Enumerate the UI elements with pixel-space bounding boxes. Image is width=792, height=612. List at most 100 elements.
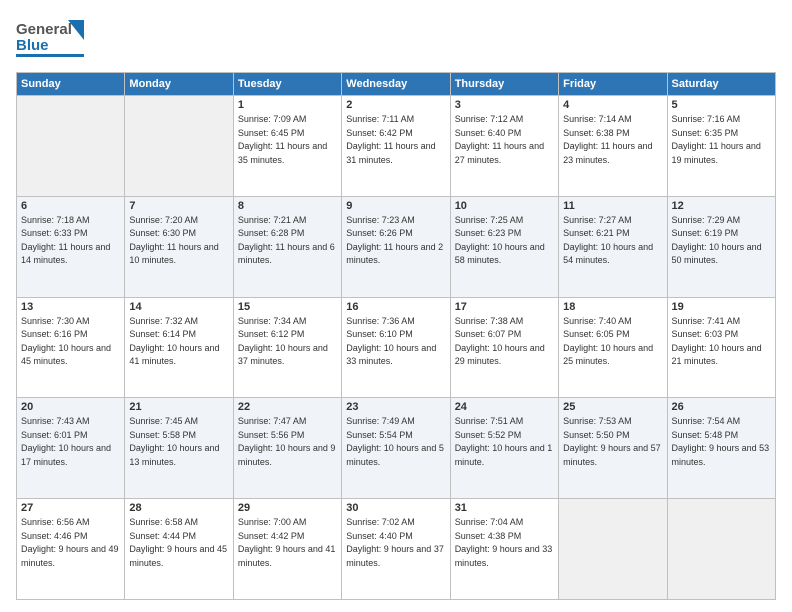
- day-number: 26: [672, 401, 771, 413]
- sunset-text: Sunset: 6:33 PM: [21, 227, 120, 241]
- sunrise-text: Sunrise: 7:45 AM: [129, 415, 228, 429]
- calendar-cell: 20Sunrise: 7:43 AMSunset: 6:01 PMDayligh…: [17, 398, 125, 499]
- day-info: Sunrise: 7:00 AMSunset: 4:42 PMDaylight:…: [238, 516, 337, 570]
- day-info: Sunrise: 7:54 AMSunset: 5:48 PMDaylight:…: [672, 415, 771, 469]
- day-number: 28: [129, 502, 228, 514]
- day-number: 17: [455, 301, 554, 313]
- sunset-text: Sunset: 4:46 PM: [21, 530, 120, 544]
- sunset-text: Sunset: 6:01 PM: [21, 429, 120, 443]
- daylight-text: Daylight: 11 hours and 35 minutes.: [238, 140, 337, 167]
- calendar-cell: 22Sunrise: 7:47 AMSunset: 5:56 PMDayligh…: [233, 398, 341, 499]
- day-info: Sunrise: 7:36 AMSunset: 6:10 PMDaylight:…: [346, 315, 445, 369]
- day-info: Sunrise: 7:27 AMSunset: 6:21 PMDaylight:…: [563, 214, 662, 268]
- daylight-text: Daylight: 10 hours and 25 minutes.: [563, 342, 662, 369]
- day-info: Sunrise: 7:49 AMSunset: 5:54 PMDaylight:…: [346, 415, 445, 469]
- sunset-text: Sunset: 5:52 PM: [455, 429, 554, 443]
- day-number: 8: [238, 200, 337, 212]
- daylight-text: Daylight: 11 hours and 2 minutes.: [346, 241, 445, 268]
- sunrise-text: Sunrise: 7:00 AM: [238, 516, 337, 530]
- day-info: Sunrise: 7:29 AMSunset: 6:19 PMDaylight:…: [672, 214, 771, 268]
- day-number: 5: [672, 99, 771, 111]
- calendar-cell: 29 Sunrise: 7:00 AMSunset: 4:42 PMDayligh…: [233, 499, 341, 600]
- sunset-text: Sunset: 5:48 PM: [672, 429, 771, 443]
- day-number: 3: [455, 99, 554, 111]
- weekday-header: Saturday: [667, 73, 775, 96]
- logo: General Blue: [16, 12, 96, 64]
- day-number: 24: [455, 401, 554, 413]
- calendar-cell: 16Sunrise: 7:36 AMSunset: 6:10 PMDayligh…: [342, 297, 450, 398]
- sunrise-text: Sunrise: 7:16 AM: [672, 113, 771, 127]
- sunrise-text: Sunrise: 6:56 AM: [21, 516, 120, 530]
- day-info: Sunrise: 7:20 AMSunset: 6:30 PMDaylight:…: [129, 214, 228, 268]
- daylight-text: Daylight: 10 hours and 33 minutes.: [346, 342, 445, 369]
- daylight-text: Daylight: 11 hours and 31 minutes.: [346, 140, 445, 167]
- sunrise-text: Sunrise: 6:58 AM: [129, 516, 228, 530]
- sunset-text: Sunset: 6:14 PM: [129, 328, 228, 342]
- day-info: Sunrise: 6:56 AMSunset: 4:46 PMDaylight:…: [21, 516, 120, 570]
- calendar-cell: 31Sunrise: 7:04 AMSunset: 4:38 PMDayligh…: [450, 499, 558, 600]
- sunrise-text: Sunrise: 7:12 AM: [455, 113, 554, 127]
- calendar-cell: 30 Sunrise: 7:02 AMSunset: 4:40 PMDayligh…: [342, 499, 450, 600]
- day-info: Sunrise: 7:38 AMSunset: 6:07 PMDaylight:…: [455, 315, 554, 369]
- sunset-text: Sunset: 6:05 PM: [563, 328, 662, 342]
- daylight-text: Daylight: 9 hours and 33 minutes.: [455, 543, 554, 570]
- daylight-text: Daylight: 10 hours and 1 minute.: [455, 442, 554, 469]
- day-number: 11: [563, 200, 662, 212]
- sunrise-text: Sunrise: 7:29 AM: [672, 214, 771, 228]
- sunrise-text: Sunrise: 7:40 AM: [563, 315, 662, 329]
- day-info: Sunrise: 7:02 AMSunset: 4:40 PMDaylight:…: [346, 516, 445, 570]
- daylight-text: Daylight: 10 hours and 41 minutes.: [129, 342, 228, 369]
- day-info: Sunrise: 7:51 AMSunset: 5:52 PMDaylight:…: [455, 415, 554, 469]
- day-number: 20: [21, 401, 120, 413]
- svg-text:Blue: Blue: [16, 37, 49, 54]
- daylight-text: Daylight: 11 hours and 19 minutes.: [672, 140, 771, 167]
- calendar-cell: [17, 96, 125, 197]
- daylight-text: Daylight: 9 hours and 53 minutes.: [672, 442, 771, 469]
- sunset-text: Sunset: 5:50 PM: [563, 429, 662, 443]
- day-number: 31: [455, 502, 554, 514]
- sunrise-text: Sunrise: 7:02 AM: [346, 516, 445, 530]
- day-info: Sunrise: 7:14 AMSunset: 6:38 PMDaylight:…: [563, 113, 662, 167]
- sunrise-text: Sunrise: 7:54 AM: [672, 415, 771, 429]
- calendar-cell: 7 Sunrise: 7:20 AMSunset: 6:30 PMDaylight…: [125, 196, 233, 297]
- day-info: Sunrise: 7:30 AMSunset: 6:16 PMDaylight:…: [21, 315, 120, 369]
- daylight-text: Daylight: 9 hours and 41 minutes.: [238, 543, 337, 570]
- daylight-text: Daylight: 10 hours and 29 minutes.: [455, 342, 554, 369]
- calendar-cell: 28Sunrise: 6:58 AMSunset: 4:44 PMDayligh…: [125, 499, 233, 600]
- day-number: 9: [346, 200, 445, 212]
- daylight-text: Daylight: 10 hours and 45 minutes.: [21, 342, 120, 369]
- day-number: 7: [129, 200, 228, 212]
- day-info: Sunrise: 7:16 AMSunset: 6:35 PMDaylight:…: [672, 113, 771, 167]
- day-info: Sunrise: 7:23 AMSunset: 6:26 PMDaylight:…: [346, 214, 445, 268]
- sunset-text: Sunset: 6:40 PM: [455, 127, 554, 141]
- day-info: Sunrise: 7:45 AMSunset: 5:58 PMDaylight:…: [129, 415, 228, 469]
- calendar-cell: 18Sunrise: 7:40 AMSunset: 6:05 PMDayligh…: [559, 297, 667, 398]
- daylight-text: Daylight: 11 hours and 6 minutes.: [238, 241, 337, 268]
- sunset-text: Sunset: 4:44 PM: [129, 530, 228, 544]
- daylight-text: Daylight: 9 hours and 49 minutes.: [21, 543, 120, 570]
- calendar-cell: 17 Sunrise: 7:38 AMSunset: 6:07 PMDayligh…: [450, 297, 558, 398]
- sunset-text: Sunset: 6:03 PM: [672, 328, 771, 342]
- calendar-cell: 23Sunrise: 7:49 AMSunset: 5:54 PMDayligh…: [342, 398, 450, 499]
- sunrise-text: Sunrise: 7:47 AM: [238, 415, 337, 429]
- calendar-cell: 27Sunrise: 6:56 AMSunset: 4:46 PMDayligh…: [17, 499, 125, 600]
- day-info: Sunrise: 7:32 AMSunset: 6:14 PMDaylight:…: [129, 315, 228, 369]
- daylight-text: Daylight: 10 hours and 9 minutes.: [238, 442, 337, 469]
- day-number: 2: [346, 99, 445, 111]
- calendar-cell: 19Sunrise: 7:41 AMSunset: 6:03 PMDayligh…: [667, 297, 775, 398]
- sunrise-text: Sunrise: 7:38 AM: [455, 315, 554, 329]
- day-number: 30: [346, 502, 445, 514]
- header: General Blue: [16, 12, 776, 64]
- calendar-cell: 10Sunrise: 7:25 AMSunset: 6:23 PMDayligh…: [450, 196, 558, 297]
- daylight-text: Daylight: 11 hours and 27 minutes.: [455, 140, 554, 167]
- sunrise-text: Sunrise: 7:43 AM: [21, 415, 120, 429]
- sunset-text: Sunset: 6:16 PM: [21, 328, 120, 342]
- sunset-text: Sunset: 6:12 PM: [238, 328, 337, 342]
- sunset-text: Sunset: 6:35 PM: [672, 127, 771, 141]
- day-info: Sunrise: 7:11 AMSunset: 6:42 PMDaylight:…: [346, 113, 445, 167]
- day-number: 29: [238, 502, 337, 514]
- page: General Blue SundayMondayTuesdayWednesda…: [0, 0, 792, 612]
- weekday-header: Monday: [125, 73, 233, 96]
- weekday-header: Friday: [559, 73, 667, 96]
- sunset-text: Sunset: 6:28 PM: [238, 227, 337, 241]
